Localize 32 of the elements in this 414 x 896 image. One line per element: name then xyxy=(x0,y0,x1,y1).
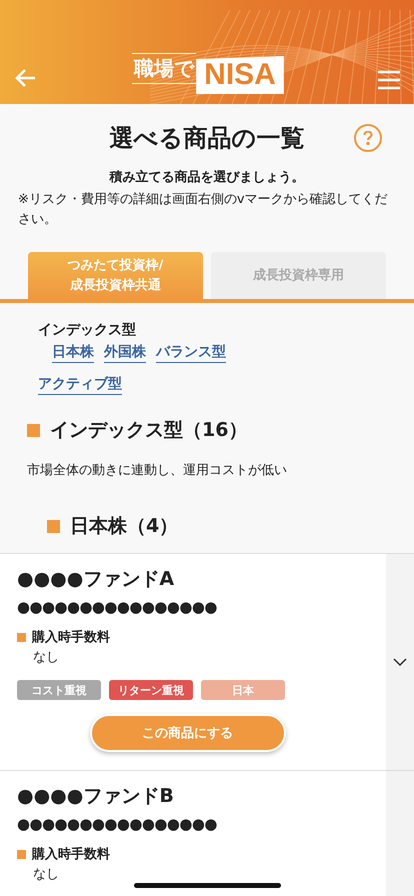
fee-label: 購入時手数料 xyxy=(32,846,110,863)
category-link[interactable]: 日本株 xyxy=(52,343,94,363)
fund-tag: 日本 xyxy=(201,680,285,700)
square-bullet-icon xyxy=(17,632,26,642)
fund-tag: リターン重視 xyxy=(109,680,193,700)
fund-subname: ●●●●●●●●●●●●●●●● xyxy=(17,598,218,616)
section-title: インデックス型（16） xyxy=(50,418,248,443)
square-bullet-icon xyxy=(47,520,60,532)
square-bullet-icon xyxy=(17,850,26,858)
category-title: インデックス型 xyxy=(38,321,137,339)
section-description: 市場全体の動きに連動し、運用コストが低い xyxy=(26,462,288,479)
page-title: 選べる商品の一覧 xyxy=(110,123,304,154)
fee-value: なし xyxy=(32,649,60,666)
fund-name: ●●●●ファンドA xyxy=(17,567,176,592)
category-link[interactable]: 外国株 xyxy=(104,343,146,363)
note-text: ※リスク・費用等の詳細は画面右側のvマークから確認してください。 xyxy=(17,191,389,229)
subsection-title: 日本株（4） xyxy=(70,514,178,539)
fund-tag: コスト重視 xyxy=(17,680,101,700)
fee-value: なし xyxy=(32,866,60,883)
fund-name: ●●●●ファンドB xyxy=(17,784,175,809)
logo-main: NISA xyxy=(196,56,284,94)
menu-button[interactable] xyxy=(378,70,400,90)
help-button[interactable] xyxy=(354,124,382,152)
category-link[interactable]: アクティブ型 xyxy=(38,375,122,395)
square-bullet-icon xyxy=(27,424,40,436)
chevron-down-icon[interactable] xyxy=(393,658,407,666)
fund-subname: ●●●●●●●●●●●●●●●● xyxy=(17,815,218,833)
category-link[interactable]: バランス型 xyxy=(156,343,226,363)
logo-prefix: 職場で xyxy=(132,53,196,84)
fee-label: 購入時手数料 xyxy=(32,628,110,646)
question-icon xyxy=(363,131,373,145)
lead-text: 積み立てる商品を選びましょう。 xyxy=(108,168,306,186)
